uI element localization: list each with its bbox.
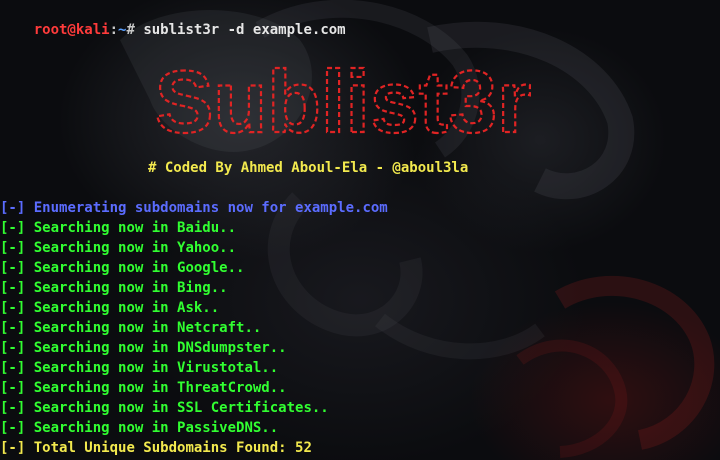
credit-line: # Coded By Ahmed Aboul-Ela - @aboul3la <box>148 160 469 176</box>
output-text: Searching now in DNSdumpster.. <box>25 340 287 356</box>
shell-prompt: root@kali:~# sublist3r -d example.com <box>0 0 346 38</box>
output-line: [-] Searching now in Netcraft.. <box>0 318 720 338</box>
output-text: Total Unique Subdomains Found: 52 <box>25 440 312 456</box>
output-line: [-] Searching now in Google.. <box>0 258 720 278</box>
status-prefix: [-] <box>0 360 26 376</box>
output-text: Searching now in PassiveDNS.. <box>25 420 279 436</box>
output-text: Enumerating subdomains now for example.c… <box>25 200 388 216</box>
output-line: [-] Total Unique Subdomains Found: 52 <box>0 438 720 458</box>
status-prefix: [-] <box>0 300 26 316</box>
output-text: Searching now in Ask.. <box>25 300 220 316</box>
output-line: [-] Searching now in Virustotal.. <box>0 358 720 378</box>
status-prefix: [-] <box>0 200 26 216</box>
output-text: Searching now in Bing.. <box>25 280 228 296</box>
output-line: [-] Searching now in DNSdumpster.. <box>0 338 720 358</box>
status-prefix: [-] <box>0 240 26 256</box>
output-line: [-] Searching now in Bing.. <box>0 278 720 298</box>
prompt-separator: : <box>109 22 119 38</box>
status-prefix: [-] <box>0 380 26 396</box>
output-line: [-] Searching now in ThreatCrowd.. <box>0 378 720 398</box>
enumeration-output: [-] Enumerating subdomains now for examp… <box>0 198 720 458</box>
output-text: Searching now in ThreatCrowd.. <box>25 380 287 396</box>
status-prefix: [-] <box>0 260 26 276</box>
output-line: [-] Searching now in Ask.. <box>0 298 720 318</box>
prompt-symbol: # <box>126 22 144 38</box>
output-text: Searching now in Yahoo.. <box>25 240 237 256</box>
prompt-user-host: root@kali <box>33 22 110 38</box>
output-line: [-] Enumerating subdomains now for examp… <box>0 198 720 218</box>
status-prefix: [-] <box>0 220 26 236</box>
terminal-window[interactable]: root@kali:~# sublist3r -d example.com Su… <box>0 0 720 460</box>
logo-text: Sublist3r <box>155 54 532 144</box>
status-prefix: [-] <box>0 280 26 296</box>
status-prefix: [-] <box>0 400 26 416</box>
output-text: Searching now in Google.. <box>25 260 245 276</box>
command-text: sublist3r -d example.com <box>143 22 346 38</box>
output-text: Searching now in Netcraft.. <box>25 320 262 336</box>
sublist3r-banner-logo: Sublist3r <box>154 54 533 144</box>
status-prefix: [-] <box>0 420 26 436</box>
output-text: Searching now in SSL Certificates.. <box>25 400 329 416</box>
output-text: Searching now in Virustotal.. <box>25 360 279 376</box>
output-line: [-] Searching now in Baidu.. <box>0 218 720 238</box>
output-line: [-] Searching now in PassiveDNS.. <box>0 418 720 438</box>
output-text: Searching now in Baidu.. <box>25 220 237 236</box>
status-prefix: [-] <box>0 340 26 356</box>
output-line: [-] Searching now in SSL Certificates.. <box>0 398 720 418</box>
output-line: [-] Searching now in Yahoo.. <box>0 238 720 258</box>
status-prefix: [-] <box>0 320 26 336</box>
status-prefix: [-] <box>0 440 26 456</box>
